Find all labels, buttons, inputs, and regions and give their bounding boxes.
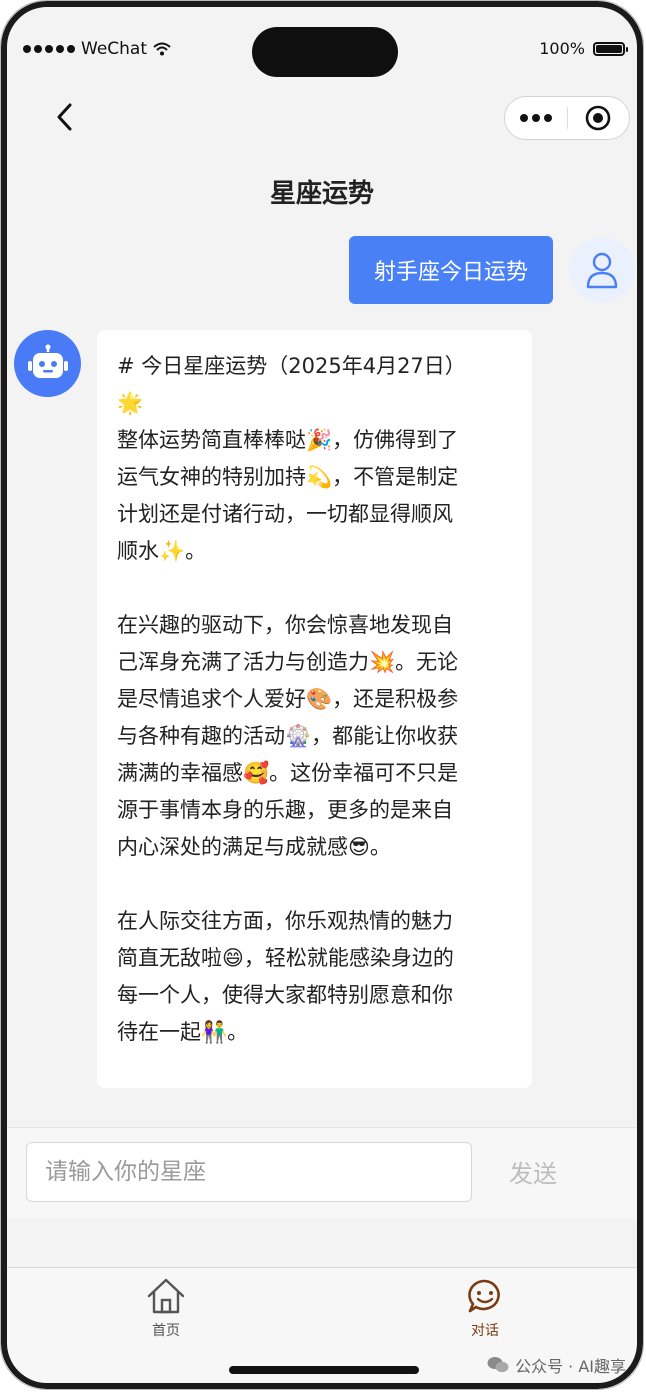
- carrier-name: WeChat: [81, 39, 147, 59]
- bot-message-line: 运气女神的特别加持💫，不管是制定: [117, 465, 459, 489]
- user-message-text: 射手座今日运势: [373, 260, 528, 285]
- chat-smile-icon: [468, 1279, 500, 1313]
- home-indicator[interactable]: [229, 1366, 419, 1374]
- bot-message-line: # 今日星座运势（2025年4月27日）: [117, 354, 466, 378]
- bot-message-line: 与各种有趣的活动🎡，都能让你收获: [117, 724, 459, 748]
- bot-message-line: 内心深处的满足与成就感😎。: [117, 835, 391, 859]
- tab-home[interactable]: 首页: [121, 1276, 211, 1340]
- miniprogram-capsule: [504, 96, 630, 140]
- bot-message-line: 己浑身充满了活力与创造力💥。无论: [117, 650, 459, 674]
- battery-status: 100%: [539, 39, 628, 58]
- bot-message-line: 源于事情本身的乐趣，更多的是来自: [117, 798, 453, 822]
- tab-chat[interactable]: 对话: [440, 1276, 530, 1340]
- target-icon: [585, 105, 611, 131]
- home-icon: [147, 1278, 185, 1314]
- bot-message-line: 🌟: [117, 391, 144, 415]
- bot-message-line: 是尽情追求个人爱好🎨，还是积极参: [117, 687, 459, 711]
- battery-icon: [593, 41, 628, 56]
- dynamic-island: [252, 27, 398, 77]
- bot-avatar: [14, 330, 81, 397]
- bot-message-line: 待在一起👫。: [117, 1020, 249, 1044]
- user-icon: [586, 252, 618, 289]
- input-bar: 发送: [1, 1127, 643, 1218]
- bot-message-text: # 今日星座运势（2025年4月27日） 🌟 整体运势简直棒棒哒🎉，仿佛得到了 运气女…: [117, 348, 512, 1051]
- wechat-logo-icon: [487, 1357, 509, 1373]
- bot-message-bubble: # 今日星座运势（2025年4月27日） 🌟 整体运势简直棒棒哒🎉，仿佛得到了 运气女…: [97, 330, 532, 1088]
- battery-percent: 100%: [539, 39, 585, 58]
- chevron-left-icon: [57, 103, 72, 131]
- bot-message-line: 整体运势简直棒棒哒🎉，仿佛得到了: [117, 428, 459, 452]
- bot-message-line: 在人际交往方面，你乐观热情的魅力: [117, 909, 453, 933]
- carrier: WeChat: [23, 39, 171, 59]
- bot-message-line: 计划还是付诸行动，一切都显得顺风: [117, 502, 453, 526]
- status-bar: WeChat 100%: [1, 1, 643, 91]
- bot-message-line: [117, 866, 512, 903]
- tab-chat-label: 对话: [471, 1323, 499, 1339]
- user-avatar: [569, 237, 635, 303]
- constellation-input[interactable]: [26, 1142, 472, 1202]
- bot-message-line: 简直无敌啦😄，轻松就能感染身边的: [117, 946, 454, 970]
- robot-icon: [27, 344, 68, 378]
- bot-message-line: 每一个人，使得大家都特别愿意和你: [117, 983, 453, 1007]
- phone-frame: WeChat 100% 星座运势 射手座今日运势 # 今日星座运势（2025年4…: [0, 0, 644, 1390]
- user-message-bubble: 射手座今日运势: [349, 236, 553, 304]
- watermark-text: 公众号 · AI趣享: [515, 1357, 626, 1376]
- close-miniprogram-button[interactable]: [567, 97, 629, 139]
- tab-home-label: 首页: [152, 1323, 180, 1339]
- more-button[interactable]: [505, 97, 567, 139]
- bot-message-line: [117, 570, 512, 607]
- bot-message-line: 在兴趣的驱动下，你会惊喜地发现自: [117, 613, 453, 637]
- page-title: 星座运势: [269, 179, 374, 209]
- signal-icon: [23, 45, 75, 53]
- bot-message-line: 满满的幸福感🥰。这份幸福可不只是: [117, 761, 459, 785]
- bot-message-line: 顺水✨。: [117, 539, 207, 563]
- wifi-icon: [153, 42, 171, 56]
- send-button[interactable]: 发送: [509, 1154, 557, 1189]
- watermark: 公众号 · AI趣享: [487, 1353, 626, 1377]
- back-button[interactable]: [51, 101, 79, 133]
